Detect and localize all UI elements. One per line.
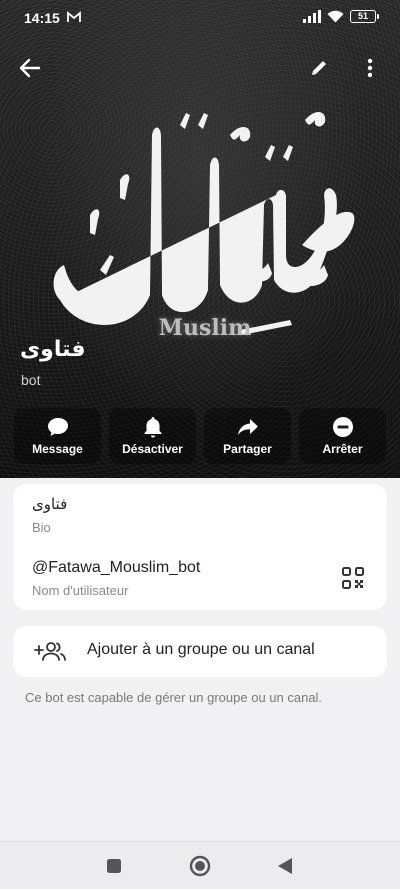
wifi-icon — [327, 10, 344, 23]
info-card: فتاوى Bio @Fatawa_Mouslim_bot Nom d'util… — [13, 484, 387, 610]
profile-subtitle: bot — [21, 372, 41, 388]
status-icons: 51 — [303, 10, 379, 23]
add-user-group-icon — [34, 642, 66, 661]
circle-icon — [189, 855, 211, 877]
bio-value[interactable]: فتاوى — [32, 495, 67, 513]
more-vertical-icon — [367, 58, 373, 78]
stop-circle-icon — [331, 416, 355, 438]
username-label: Nom d'utilisateur — [32, 583, 129, 598]
signal-icon — [303, 10, 321, 23]
status-time: 14:15 — [24, 10, 60, 26]
mute-button[interactable]: Désactiver — [109, 408, 196, 464]
more-options-button[interactable] — [354, 52, 386, 84]
action-buttons: Message Désactiver Partager Arrêter — [14, 408, 386, 464]
qr-code-icon — [342, 567, 364, 589]
battery-indicator: 51 — [350, 10, 379, 23]
message-button-label: Message — [32, 442, 83, 456]
system-navigation-bar — [0, 841, 400, 889]
message-bubble-icon — [46, 416, 70, 438]
triangle-back-icon — [278, 858, 292, 874]
share-arrow-icon — [236, 416, 260, 438]
profile-header: 14:15 51 Muslim فتاوى bot Message Désact… — [0, 0, 400, 478]
home-button[interactable] — [188, 854, 212, 878]
qr-code-button[interactable] — [341, 566, 365, 590]
recent-apps-button[interactable] — [102, 854, 126, 878]
share-button-label: Partager — [223, 442, 272, 456]
mute-button-label: Désactiver — [122, 442, 183, 456]
add-to-group-label: Ajouter à un groupe ou un canal — [87, 641, 315, 658]
stop-bot-button[interactable]: Arrêter — [299, 408, 386, 464]
gmail-icon — [67, 11, 81, 22]
arrow-left-icon — [19, 58, 41, 78]
username-value[interactable]: @Fatawa_Mouslim_bot — [32, 559, 200, 577]
share-button[interactable]: Partager — [204, 408, 291, 464]
edit-button[interactable] — [303, 52, 335, 84]
square-icon — [107, 859, 121, 873]
bell-icon — [141, 416, 165, 438]
status-bar: 14:15 51 — [0, 0, 400, 36]
stop-bot-button-label: Arrêter — [322, 442, 363, 456]
bot-capability-hint: Ce bot est capable de gérer un groupe ou… — [25, 690, 323, 705]
profile-name: فتاوى — [20, 336, 86, 361]
message-button[interactable]: Message — [14, 408, 101, 464]
bio-label: Bio — [32, 520, 51, 535]
system-back-button[interactable] — [273, 854, 297, 878]
pencil-icon — [312, 61, 326, 75]
add-to-group-button[interactable]: Ajouter à un groupe ou un canal — [13, 626, 387, 677]
back-button[interactable] — [14, 52, 46, 84]
